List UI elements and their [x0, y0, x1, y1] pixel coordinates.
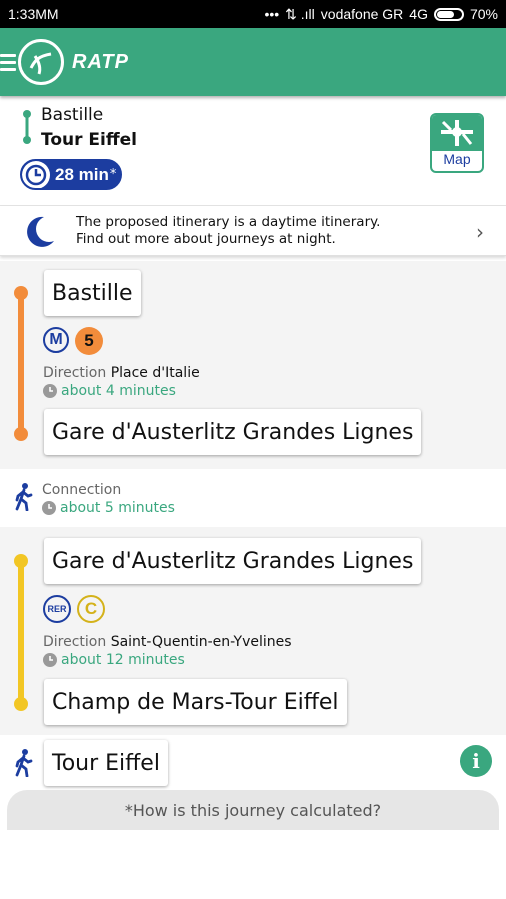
battery-icon	[433, 7, 464, 21]
travel-time: about 4 minutes	[43, 383, 176, 399]
travel-time: about 12 minutes	[43, 652, 185, 668]
brand-name: RATP	[72, 50, 129, 73]
battery-percent: 70%	[469, 6, 498, 22]
duration-footnote-mark: *	[109, 167, 117, 182]
chevron-right-icon: ›	[476, 220, 484, 244]
leg-rer-c: Gare d'Austerlitz Grandes Lignes RER C D…	[0, 527, 506, 735]
menu-icon[interactable]	[0, 53, 16, 71]
info-icon[interactable]: i	[460, 745, 492, 777]
night-notice-line2: Find out more about journeys at night.	[76, 231, 336, 247]
station-button-arrival[interactable]: Gare d'Austerlitz Grandes Lignes	[44, 409, 422, 455]
walking-icon	[15, 749, 33, 777]
moon-icon	[27, 216, 54, 247]
network-type: 4G	[409, 6, 428, 22]
connection-time: about 5 minutes	[42, 500, 175, 516]
direction-text: Direction Place d'Italie	[43, 365, 200, 381]
station-button-departure[interactable]: Bastille	[44, 270, 141, 316]
app-bar: RATP	[0, 28, 506, 96]
direction-label: Direction	[43, 634, 107, 650]
clock-icon	[42, 501, 56, 515]
line-c-badge: C	[77, 595, 105, 623]
map-icon	[432, 115, 482, 151]
status-bar: 1:33MM ••• ⇅ .ıll vodafone GR 4G 70%	[0, 0, 506, 28]
line-end-dot	[14, 427, 28, 441]
rer-icon: RER	[43, 595, 71, 623]
clock-icon	[43, 653, 57, 667]
how-calculated-button[interactable]: *How is this journey calculated?	[7, 790, 499, 830]
final-walk: Tour Eiffel i	[0, 735, 506, 793]
line-5-badge: 5	[75, 327, 103, 355]
line-start-dot	[14, 286, 28, 300]
line-badges: M 5	[43, 327, 103, 355]
night-notice[interactable]: The proposed itinerary is a daytime itin…	[0, 206, 506, 256]
journey-summary: Bastille Tour Eiffel 28 min * Map	[0, 96, 506, 206]
station-button-departure[interactable]: Gare d'Austerlitz Grandes Lignes	[44, 538, 422, 584]
destination-button[interactable]: Tour Eiffel	[44, 740, 168, 786]
line-track	[18, 290, 24, 432]
map-button[interactable]: Map	[430, 113, 484, 173]
direction-label: Direction	[43, 365, 107, 381]
line-end-dot	[14, 697, 28, 711]
direction-value: Place d'Italie	[110, 365, 200, 381]
duration-value: 28 min	[55, 164, 109, 184]
route-line-icon	[23, 110, 31, 144]
destination-name: Tour Eiffel	[41, 130, 137, 150]
night-notice-line1: The proposed itinerary is a daytime itin…	[76, 214, 381, 230]
line-track	[18, 559, 24, 702]
more-dots-icon: •••	[264, 6, 280, 22]
line-start-dot	[14, 554, 28, 568]
metro-icon: M	[43, 327, 69, 353]
status-indicators: ••• ⇅ .ıll vodafone GR 4G 70%	[264, 6, 498, 23]
direction-text: Direction Saint-Quentin-en-Yvelines	[43, 634, 292, 650]
connection-label: Connection	[42, 482, 122, 498]
carrier-name: vodafone GR	[320, 6, 404, 22]
origin-name: Bastille	[41, 105, 104, 125]
travel-time-value: about 4 minutes	[61, 383, 176, 399]
signal-icon: ⇅ .ıll	[285, 5, 315, 22]
status-time: 1:33MM	[8, 6, 59, 22]
travel-time-value: about 12 minutes	[61, 652, 185, 668]
leg-metro-5: Bastille M 5 Direction Place d'Italie ab…	[0, 261, 506, 469]
ratp-logo-icon	[18, 39, 64, 85]
line-badges: RER C	[43, 595, 105, 623]
station-button-arrival[interactable]: Champ de Mars-Tour Eiffel	[44, 679, 347, 725]
connection-time-value: about 5 minutes	[60, 500, 175, 516]
duration-badge: 28 min *	[20, 159, 122, 190]
walking-icon	[15, 483, 33, 511]
map-label: Map	[443, 151, 471, 167]
clock-icon	[43, 384, 57, 398]
connection-walk: Connection about 5 minutes	[0, 469, 506, 527]
direction-value: Saint-Quentin-en-Yvelines	[110, 634, 292, 650]
clock-icon	[22, 161, 50, 188]
